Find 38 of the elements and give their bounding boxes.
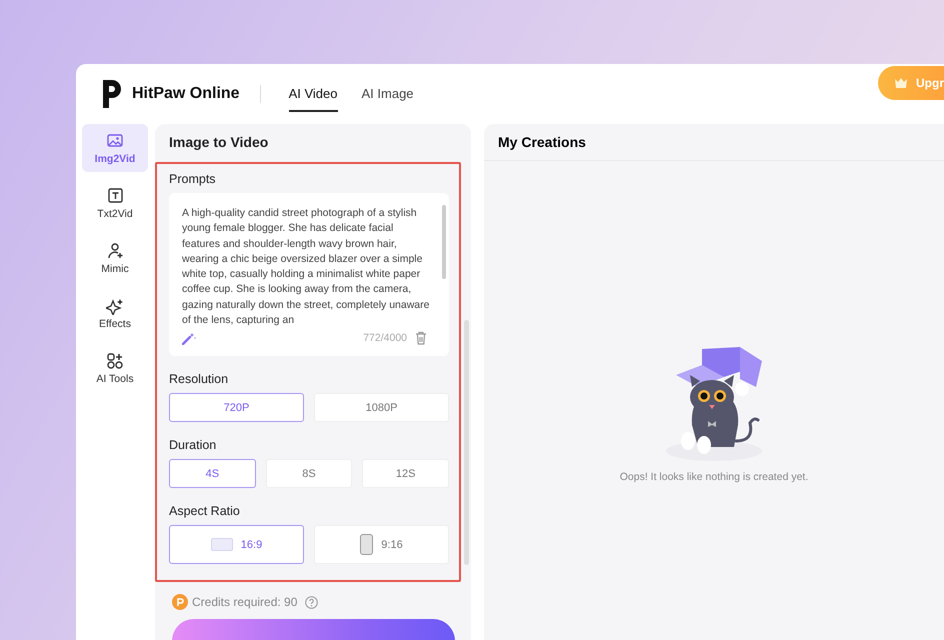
option-button[interactable]: 1080P — [314, 393, 449, 422]
logo-icon — [100, 78, 124, 110]
sparkle-icon — [106, 296, 124, 314]
sidebar-item[interactable]: Img2Vid — [82, 124, 148, 172]
option-button[interactable]: 8S — [266, 459, 352, 488]
trash-icon[interactable] — [415, 331, 427, 346]
section-label: Resolution — [169, 372, 230, 386]
sidebar-item[interactable]: Effects — [82, 289, 148, 337]
option-button[interactable]: 720P — [169, 393, 304, 422]
image-icon — [106, 132, 124, 150]
prompt-field[interactable]: A high-quality candid street photograph of a stylish young female blogger. She has delicate facial features and shoulder-length wavy brown hair, wearing a chic beige oversized blazer over a simple white top, casually holding a minimalist white paper coffee cup. She is looking away from the camera, gazing naturally down the street, completely unaware of the lens, capturing an 772/4000 — [169, 193, 449, 356]
section-label: Duration — [169, 438, 218, 452]
nav-tab[interactable]: AI Image — [362, 76, 414, 112]
panel-title: My Creations — [484, 124, 944, 161]
person-icon — [106, 242, 124, 260]
option-button[interactable]: 12S — [362, 459, 449, 488]
character-count: 772/4000 — [363, 332, 407, 344]
magic-wand-icon[interactable] — [182, 332, 196, 345]
empty-message: Oops! It looks like nothing is created yet. — [620, 471, 808, 483]
section-label: Prompts — [169, 172, 217, 186]
landscape-ratio-icon — [210, 538, 233, 551]
brand-name: HitPaw Online — [132, 85, 240, 103]
tools-icon — [106, 352, 124, 370]
credits-text: Credits required: 90 — [192, 595, 298, 609]
text-icon — [106, 186, 124, 204]
help-icon[interactable] — [305, 596, 318, 608]
coin-icon — [172, 594, 188, 610]
panel-title: Image to Video — [168, 133, 270, 152]
nav-tab[interactable]: AI Video — [288, 76, 338, 112]
section-label: Aspect Ratio — [169, 504, 241, 518]
option-button[interactable]: 16:9 — [169, 525, 304, 564]
sidebar-item[interactable]: Txt2Vid — [82, 179, 148, 227]
crown-icon — [894, 77, 908, 89]
sidebar-item[interactable]: AI Tools — [82, 344, 148, 392]
portrait-ratio-icon — [360, 534, 374, 555]
option-button[interactable]: 9:16 — [314, 525, 449, 564]
sidebar-item[interactable]: Mimic — [82, 234, 148, 282]
option-button[interactable]: 4S — [169, 459, 256, 488]
